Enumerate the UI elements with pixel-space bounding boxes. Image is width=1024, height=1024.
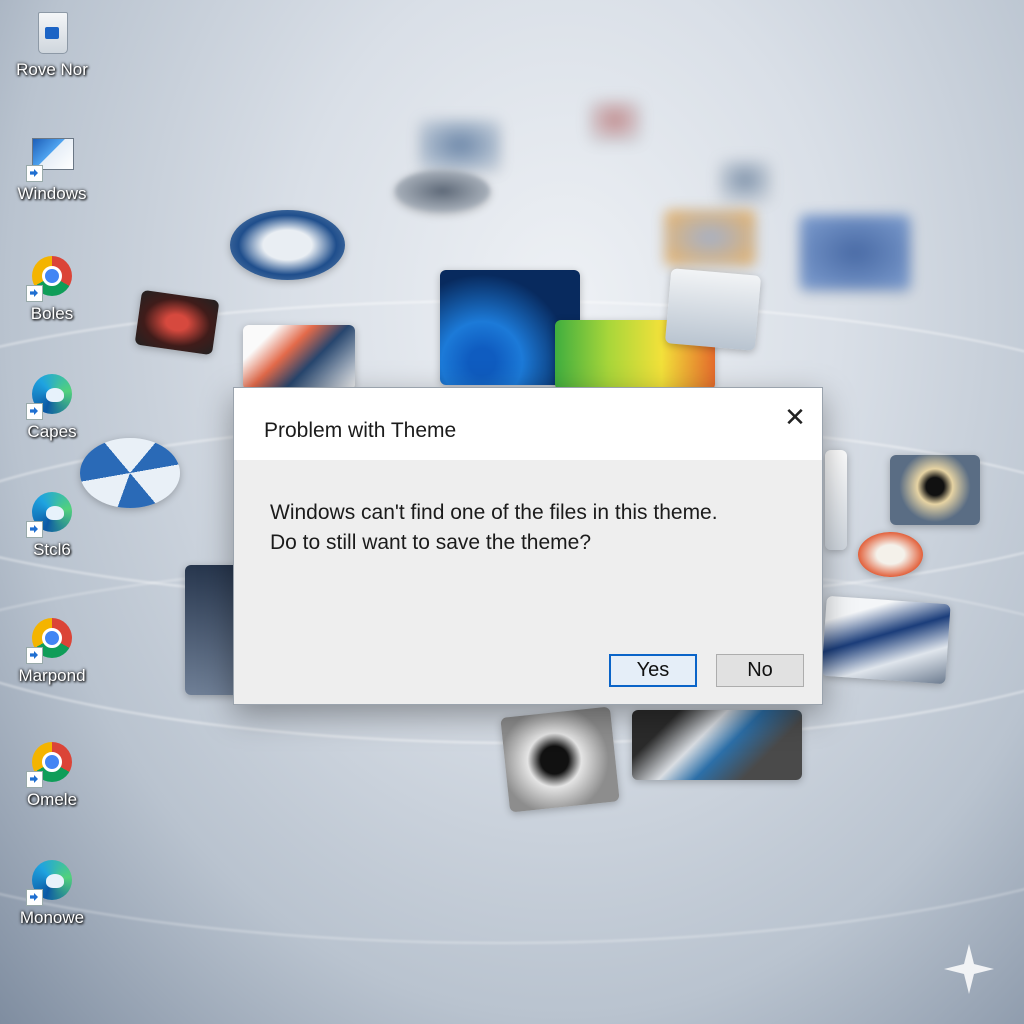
- shortcut-arrow-icon: [26, 403, 43, 420]
- wallpaper-thumbnail: [720, 160, 770, 200]
- desktop-icon-windows[interactable]: Windows: [8, 132, 96, 204]
- wallpaper-thumbnail: [800, 215, 910, 290]
- desktop-icon-omele[interactable]: Omele: [8, 738, 96, 810]
- chrome-icon: [26, 252, 76, 302]
- desktop-icon-label: Windows: [17, 184, 87, 203]
- sparkle-icon: [944, 944, 994, 994]
- wallpaper-thumbnail: [500, 706, 620, 813]
- chrome-icon: [26, 738, 76, 788]
- shortcut-arrow-icon: [26, 521, 43, 538]
- wallpaper-thumbnail: [825, 450, 847, 550]
- dialog-title: Problem with Theme: [264, 419, 457, 442]
- wallpaper-thumbnail: [890, 455, 980, 525]
- shortcut-arrow-icon: [26, 889, 43, 906]
- yes-button[interactable]: Yes: [609, 654, 697, 687]
- chrome-icon: [26, 614, 76, 664]
- wallpaper-thumbnail: [858, 532, 923, 577]
- desktop-icon-stcl6[interactable]: Stcl6: [8, 488, 96, 560]
- desktop-icon-label: Boles: [30, 304, 74, 323]
- edge-icon: [26, 370, 76, 420]
- desktop-icon-label: Omele: [26, 790, 78, 809]
- edge-icon: [26, 488, 76, 538]
- wallpaper-thumbnail: [821, 595, 951, 685]
- shortcut-arrow-icon: [26, 771, 43, 788]
- no-button[interactable]: No: [716, 654, 804, 687]
- edge-icon: [26, 856, 76, 906]
- desktop-icon-marpond[interactable]: Marpond: [8, 614, 96, 686]
- desktop-icon-label: Monowe: [19, 908, 85, 927]
- wallpaper-thumbnail: [395, 170, 490, 212]
- desktop-icon-rove-nor[interactable]: Rove Nor: [8, 8, 96, 80]
- dialog-message-line: Windows can't find one of the files in t…: [270, 501, 718, 524]
- wallpaper-thumbnail: [665, 210, 755, 265]
- shortcut-arrow-icon: [26, 165, 43, 182]
- desktop-icon-monowe[interactable]: Monowe: [8, 856, 96, 928]
- dialog-message-line: Do to still want to save the theme?: [270, 531, 591, 554]
- close-icon[interactable]: ✕: [780, 402, 810, 432]
- desktop-icon-label: Marpond: [18, 666, 86, 685]
- desktop: Rove Nor Windows Boles Capes Stcl6 Marpo…: [0, 0, 1024, 1024]
- wallpaper-thumbnail: [632, 710, 802, 780]
- desktop-icon-label: Capes: [27, 422, 77, 441]
- problem-with-theme-dialog: Problem with Theme ✕ Windows can't find …: [233, 387, 823, 705]
- desktop-icon-capes[interactable]: Capes: [8, 370, 96, 442]
- desktop-icon-boles[interactable]: Boles: [8, 252, 96, 324]
- monitor-icon: [26, 132, 76, 182]
- wallpaper-thumbnail: [243, 325, 355, 390]
- dialog-message: Windows can't find one of the files in t…: [270, 498, 718, 558]
- recycle-bin-icon: [28, 8, 76, 56]
- wallpaper-thumbnail: [664, 268, 762, 351]
- shortcut-arrow-icon: [26, 647, 43, 664]
- wallpaper-thumbnail: [134, 289, 220, 356]
- shortcut-arrow-icon: [26, 285, 43, 302]
- wallpaper-thumbnail: [420, 120, 500, 170]
- wallpaper-thumbnail: [590, 100, 640, 140]
- desktop-icon-label: Rove Nor: [16, 60, 88, 79]
- wallpaper-thumbnail: [230, 210, 345, 280]
- desktop-icon-label: Stcl6: [33, 540, 71, 559]
- dialog-titlebar: Problem with Theme ✕: [234, 388, 822, 460]
